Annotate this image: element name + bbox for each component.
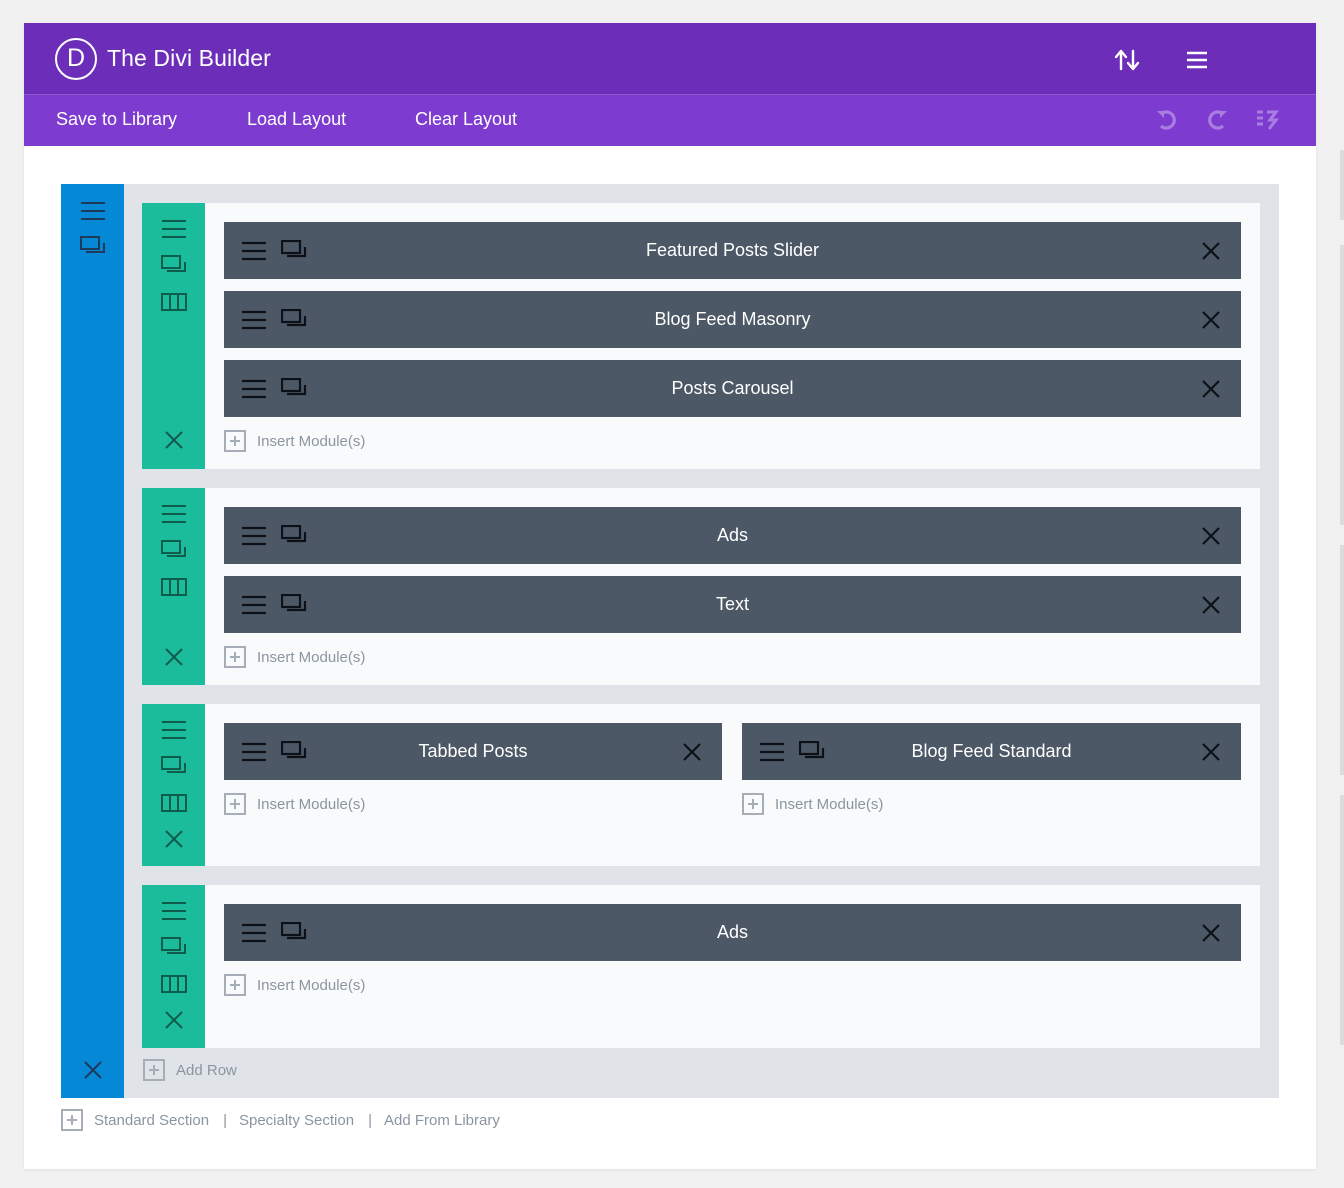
builder-header: D The Divi Builder — [24, 23, 1316, 95]
row-settings-bar — [142, 203, 205, 469]
standard-section-label: Standard Section — [94, 1111, 210, 1129]
standard-section: Featured Posts Slider Blog Feed Masonry … — [61, 184, 1279, 1098]
module-delete-icon[interactable] — [680, 737, 704, 767]
load-layout-button[interactable]: Load Layout — [247, 109, 346, 130]
redo-icon[interactable] — [1204, 107, 1230, 133]
plus-box-icon — [224, 793, 246, 815]
row-columns-icon[interactable] — [159, 972, 189, 996]
row-settings-bar — [142, 885, 205, 1048]
module-tabbed-posts[interactable]: Tabbed Posts — [224, 723, 722, 780]
history-icon[interactable] — [1254, 107, 1280, 133]
module-blog-feed-masonry[interactable]: Blog Feed Masonry — [224, 291, 1241, 348]
undo-icon[interactable] — [1154, 107, 1180, 133]
plus-box-icon — [61, 1109, 83, 1131]
row-duplicate-icon[interactable] — [159, 936, 189, 960]
row-4: Ads Insert Module(s) — [142, 885, 1260, 1048]
plus-box-icon — [224, 974, 246, 996]
app-title: The Divi Builder — [107, 45, 271, 71]
module-label: Ads — [716, 922, 749, 942]
module-label: Tabbed Posts — [418, 741, 528, 761]
row-duplicate-icon[interactable] — [159, 539, 189, 563]
divi-logo: D — [55, 37, 97, 80]
insert-module-button[interactable]: Insert Module(s) — [742, 793, 883, 815]
module-delete-icon[interactable] — [1199, 305, 1223, 335]
insert-module-button[interactable]: Insert Module(s) — [224, 793, 365, 815]
specialty-section-button[interactable]: Specialty Section — [239, 1112, 354, 1129]
logo-letter: D — [66, 44, 86, 72]
row-columns-icon[interactable] — [159, 575, 189, 599]
row-delete-icon[interactable] — [159, 645, 189, 669]
clear-layout-button[interactable]: Clear Layout — [415, 109, 517, 130]
row-settings-icon[interactable] — [159, 502, 189, 526]
row-2: Ads Text Insert Module(s) — [142, 488, 1260, 685]
module-delete-icon[interactable] — [1199, 918, 1223, 948]
row-columns-icon[interactable] — [159, 290, 189, 314]
separator: | — [223, 1111, 227, 1129]
section-settings-bar — [61, 184, 124, 1098]
module-label: Ads — [716, 525, 749, 545]
module-featured-posts-slider[interactable]: Featured Posts Slider — [224, 222, 1241, 279]
row-columns-icon[interactable] — [159, 791, 189, 815]
insert-module-button[interactable]: Insert Module(s) — [224, 646, 365, 668]
row-settings-bar — [142, 488, 205, 685]
row-settings-bar — [142, 704, 205, 866]
insert-module-label: Insert Module(s) — [257, 432, 366, 450]
module-blog-feed-standard[interactable]: Blog Feed Standard — [742, 723, 1241, 780]
insert-module-label: Insert Module(s) — [257, 795, 366, 813]
add-from-library-button[interactable]: Add From Library — [384, 1112, 500, 1129]
row-delete-icon[interactable] — [159, 827, 189, 851]
standard-section-button[interactable]: Standard Section — [61, 1109, 209, 1131]
module-delete-icon[interactable] — [1199, 236, 1223, 266]
module-label: Posts Carousel — [671, 378, 794, 398]
module-delete-icon[interactable] — [1199, 374, 1223, 404]
insert-module-label: Insert Module(s) — [257, 648, 366, 666]
plus-box-icon — [224, 646, 246, 668]
row-settings-icon[interactable] — [159, 217, 189, 241]
insert-module-label: Insert Module(s) — [257, 976, 366, 994]
module-label: Blog Feed Standard — [911, 741, 1072, 761]
sort-arrows-icon[interactable] — [1112, 45, 1142, 75]
row-duplicate-icon[interactable] — [159, 755, 189, 779]
row-delete-icon[interactable] — [159, 1008, 189, 1032]
row-settings-icon[interactable] — [159, 718, 189, 742]
save-to-library-button[interactable]: Save to Library — [56, 109, 177, 130]
row-delete-icon[interactable] — [159, 428, 189, 452]
section-settings-icon[interactable] — [78, 199, 108, 223]
insert-module-button[interactable]: Insert Module(s) — [224, 974, 365, 996]
module-delete-icon[interactable] — [1199, 521, 1223, 551]
row-3: Tabbed Posts Blog Feed Standard Insert M… — [142, 704, 1260, 866]
plus-box-icon — [742, 793, 764, 815]
add-row-button[interactable]: Add Row — [143, 1059, 237, 1081]
row-duplicate-icon[interactable] — [159, 254, 189, 278]
section-duplicate-icon[interactable] — [78, 235, 108, 259]
module-delete-icon[interactable] — [1199, 737, 1223, 767]
section-delete-icon[interactable] — [78, 1058, 108, 1082]
module-label: Featured Posts Slider — [645, 240, 820, 260]
module-label: Text — [715, 594, 749, 614]
divi-builder: D The Divi Builder Save to Library Load … — [24, 23, 1316, 1169]
plus-box-icon — [224, 430, 246, 452]
insert-module-label: Insert Module(s) — [775, 795, 884, 813]
module-ads[interactable]: Ads — [224, 904, 1241, 961]
add-section-bar: Standard Section | Specialty Section | A… — [61, 1109, 500, 1131]
plus-box-icon — [143, 1059, 165, 1081]
module-ads[interactable]: Ads — [224, 507, 1241, 564]
row-settings-icon[interactable] — [159, 899, 189, 923]
add-row-label: Add Row — [176, 1061, 237, 1079]
insert-module-button[interactable]: Insert Module(s) — [224, 430, 365, 452]
separator: | — [368, 1111, 372, 1129]
hamburger-menu-icon[interactable] — [1182, 45, 1212, 75]
module-label: Blog Feed Masonry — [654, 309, 811, 329]
builder-toolbar: Save to Library Load Layout Clear Layout — [24, 95, 1316, 146]
module-posts-carousel[interactable]: Posts Carousel — [224, 360, 1241, 417]
module-text[interactable]: Text — [224, 576, 1241, 633]
row-1: Featured Posts Slider Blog Feed Masonry … — [142, 203, 1260, 469]
module-delete-icon[interactable] — [1199, 590, 1223, 620]
